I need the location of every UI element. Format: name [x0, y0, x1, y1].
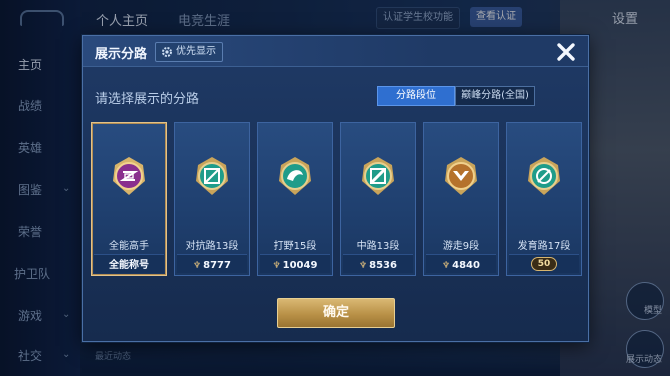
lane-card-roam[interactable]: 游走9段 ♆ 4840 [423, 122, 499, 276]
show-lane-dialog: 展示分路 优先显示 请选择展示的分路 分路段位 巅峰分路(全国) 全能高手 全能… [82, 35, 589, 342]
lane-card-mid[interactable]: 中路13段 ♆ 8536 [340, 122, 416, 276]
lane-card-name: 中路13段 [356, 241, 400, 252]
lane-card-score: 50 [507, 257, 581, 271]
lane-card-score: ♆ 8536 [359, 260, 397, 271]
lane-card-name: 游走9段 [442, 241, 480, 252]
rank-icon: ♆ [442, 261, 451, 271]
rank-icon: ♆ [359, 261, 368, 271]
farm-lane-icon [528, 157, 560, 195]
lane-card-clash[interactable]: 对抗路13段 ♆ 8777 [174, 122, 250, 276]
lane-card-all-round[interactable]: 全能高手 全能称号 [91, 122, 167, 276]
priority-display-button[interactable]: 优先显示 [155, 42, 223, 62]
all-round-master-icon [113, 157, 145, 195]
lane-card-jungle[interactable]: 打野15段 ♆ 10049 [257, 122, 333, 276]
lane-card-name: 打野15段 [273, 241, 317, 252]
lane-card-score: ♆ 8777 [193, 260, 231, 271]
dialog-title: 展示分路 [95, 47, 148, 62]
tab-lane-rank[interactable]: 分路段位 [377, 86, 455, 106]
lane-card-name: 发育路17段 [517, 241, 571, 252]
priority-display-label: 优先显示 [176, 46, 216, 57]
dialog-subtitle: 请选择展示的分路 [95, 92, 200, 107]
mid-lane-icon [362, 157, 394, 195]
lane-card-farm[interactable]: 发育路17段 50 [506, 122, 582, 276]
roam-icon [445, 157, 477, 195]
lane-card-name: 对抗路13段 [185, 241, 239, 252]
close-icon[interactable] [554, 40, 578, 64]
confirm-button[interactable]: 确定 [277, 298, 395, 328]
lane-card-score: ♆ 10049 [272, 260, 318, 271]
gear-icon [162, 47, 172, 57]
rank-icon: ♆ [272, 261, 281, 271]
clash-lane-icon [196, 157, 228, 195]
lane-card-name: 全能高手 [109, 241, 149, 252]
lane-card-score: 全能称号 [109, 260, 149, 271]
dialog-header: 展示分路 优先显示 [83, 36, 588, 67]
jungle-icon [279, 157, 311, 195]
peak-badge: 50 [530, 257, 558, 271]
tab-peak-lane[interactable]: 巅峰分路(全国) [455, 86, 535, 106]
lane-card-score: ♆ 4840 [442, 260, 480, 271]
rank-icon: ♆ [193, 261, 202, 271]
